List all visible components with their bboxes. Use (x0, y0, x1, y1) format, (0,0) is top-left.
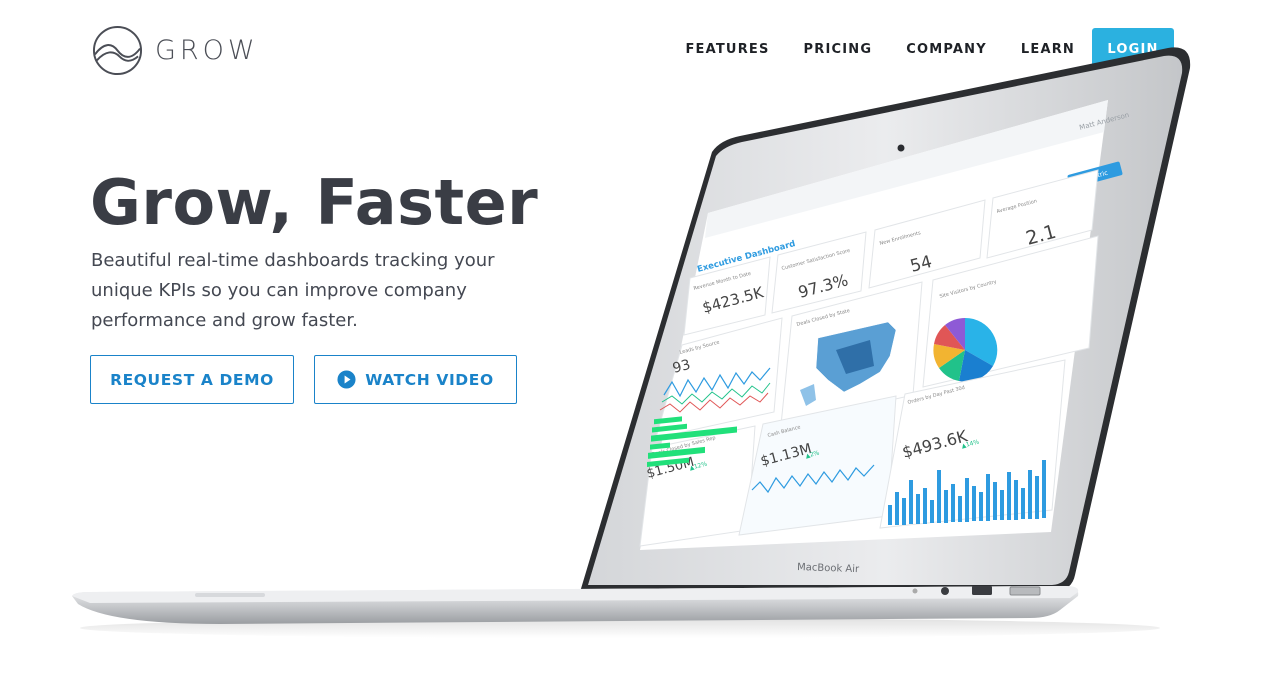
nav-learn[interactable]: LEARN (1021, 28, 1075, 71)
hero-title: Grow, Faster (90, 166, 539, 239)
headphone-port-icon (941, 587, 949, 595)
laptop-image: MacBook Air Matt Anderson Add Metric Exe… (72, 47, 1191, 638)
request-demo-button[interactable]: REQUEST A DEMO (90, 355, 294, 404)
power-led-icon (912, 588, 918, 594)
nav-pricing[interactable]: PRICING (804, 28, 873, 71)
play-icon (337, 370, 356, 389)
hero-subtitle: Beautiful real-time dashboards tracking … (91, 250, 495, 331)
visitors-pie-chart (933, 317, 998, 382)
request-demo-label: REQUEST A DEMO (110, 370, 274, 389)
thunderbolt-port-icon (1009, 586, 1041, 596)
watch-video-label: WATCH VIDEO (365, 370, 494, 389)
nav-company[interactable]: COMPANY (906, 28, 987, 71)
grow-logo-icon (92, 25, 143, 76)
laptop-model: MacBook Air (797, 562, 860, 575)
camera-icon (897, 144, 905, 152)
brand-name: GROW (155, 35, 259, 66)
watch-video-button[interactable]: WATCH VIDEO (314, 355, 517, 404)
usb-port-icon (972, 586, 992, 595)
nav-features[interactable]: FEATURES (685, 28, 769, 71)
brand-logo[interactable]: GROW (92, 25, 259, 76)
